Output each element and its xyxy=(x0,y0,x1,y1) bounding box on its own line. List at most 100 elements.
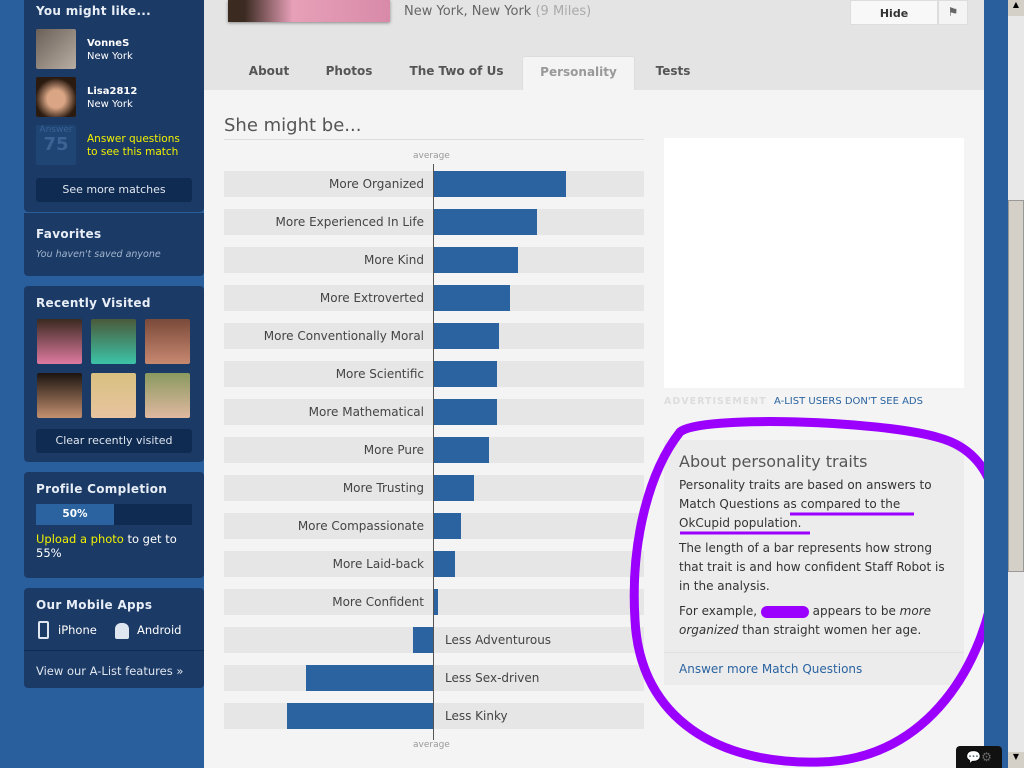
answer-more-questions-link[interactable]: Answer more Match Questions xyxy=(679,662,862,676)
panel-title: Profile Completion xyxy=(36,482,168,496)
android-link[interactable]: Android xyxy=(137,623,181,637)
trait-label: Less Adventurous xyxy=(445,633,552,647)
panel-title: Recently Visited xyxy=(36,296,151,310)
visited-avatar[interactable] xyxy=(37,373,82,418)
android-icon xyxy=(115,623,129,639)
trait-bar xyxy=(413,627,434,653)
tab-tests[interactable]: Tests xyxy=(642,56,704,90)
completion-progress-bar: 50% xyxy=(36,504,192,525)
tab-personality[interactable]: Personality xyxy=(522,56,635,90)
answer-questions-link[interactable]: Answer questions to see this match xyxy=(87,133,180,159)
trait-row: More Laid-back xyxy=(224,551,644,577)
average-label-bottom: average xyxy=(413,740,450,750)
progress-label: 50% xyxy=(62,508,88,520)
trait-label: Less Kinky xyxy=(445,709,508,723)
match-name[interactable]: Lisa2812 xyxy=(87,86,137,97)
match-avatar[interactable] xyxy=(36,77,76,117)
trait-label: More Extroverted xyxy=(319,291,424,305)
alist-no-ads-link[interactable]: A-LIST USERS DON'T SEE ADS xyxy=(774,396,923,407)
match-item[interactable]: Lisa2812 New York xyxy=(87,85,137,111)
see-more-matches-button[interactable]: See more matches xyxy=(36,178,192,202)
visited-avatar[interactable] xyxy=(145,319,190,364)
trait-label: More Organized xyxy=(329,177,424,191)
flag-icon[interactable]: ⚑ xyxy=(938,0,968,25)
match-location: New York xyxy=(87,51,133,62)
panel-title: Our Mobile Apps xyxy=(36,598,153,612)
trait-row: More Kind xyxy=(224,247,644,273)
advertisement[interactable] xyxy=(664,138,964,388)
clear-recently-visited-button[interactable]: Clear recently visited xyxy=(36,429,192,453)
scroll-thumb[interactable] xyxy=(1008,200,1024,572)
trait-bar xyxy=(434,589,439,615)
about-p2: The length of a bar represents how stron… xyxy=(679,541,945,593)
favorites-empty-text: You haven't saved anyone xyxy=(36,249,161,260)
trait-bar xyxy=(434,247,518,273)
trait-bar xyxy=(434,513,462,539)
visited-avatar[interactable] xyxy=(145,373,190,418)
trait-label: More Mathematical xyxy=(308,405,424,419)
trait-bar xyxy=(434,171,567,197)
badge-count: 75 xyxy=(43,134,69,155)
match-item[interactable]: VonneS New York xyxy=(87,37,133,63)
match-avatar[interactable] xyxy=(36,29,76,69)
average-label-top: average xyxy=(413,151,450,161)
profile-photo[interactable] xyxy=(228,0,390,22)
trait-label: More Trusting xyxy=(342,481,424,495)
trait-row: More Conventionally Moral xyxy=(224,323,644,349)
trait-label: More Laid-back xyxy=(332,557,424,571)
trait-row: More Confident xyxy=(224,589,644,615)
tab-photos[interactable]: Photos xyxy=(314,56,384,90)
about-personality-box: About personality traits Personality tra… xyxy=(664,440,964,685)
trait-bar xyxy=(287,703,434,729)
tab-about[interactable]: About xyxy=(234,56,304,90)
trait-row: More Organized xyxy=(224,171,644,197)
scroll-up-button[interactable]: ▲ xyxy=(1008,0,1024,16)
trait-row: More Trusting xyxy=(224,475,644,501)
redacted-name xyxy=(760,605,809,618)
trait-row: More Extroverted xyxy=(224,285,644,311)
favorites-panel: Favorites You haven't saved anyone xyxy=(24,213,204,276)
iphone-link[interactable]: iPhone xyxy=(58,623,97,637)
trait-row: More Pure xyxy=(224,437,644,463)
tab-the-two-of-us[interactable]: The Two of Us xyxy=(399,56,514,90)
panel-title: Favorites xyxy=(36,227,102,241)
trait-row: More Scientific xyxy=(224,361,644,387)
trait-row: Less Kinky xyxy=(224,703,644,729)
hide-button[interactable]: Hide xyxy=(850,0,938,25)
upload-photo-link[interactable]: Upload a photo xyxy=(36,532,124,546)
chat-settings-widget[interactable]: 💬⚙ xyxy=(956,746,1002,768)
trait-bar xyxy=(434,323,500,349)
iphone-icon xyxy=(38,621,49,639)
trait-row: More Experienced In Life xyxy=(224,209,644,235)
trait-bar xyxy=(434,285,510,311)
about-title: About personality traits xyxy=(679,452,868,471)
average-axis-line xyxy=(433,164,434,740)
trait-label: More Scientific xyxy=(335,367,424,381)
visited-avatar[interactable] xyxy=(91,319,136,364)
trait-label: Less Sex-driven xyxy=(445,671,540,685)
scrollbar[interactable]: ▲ ▼ xyxy=(1008,0,1024,768)
about-p1: Personality traits are based on answers … xyxy=(679,478,932,530)
panel-title: You might like... xyxy=(36,4,152,18)
recently-visited-panel: Recently Visited Clear recently visited xyxy=(24,286,204,462)
mobile-apps-panel: Our Mobile Apps iPhone Android View our … xyxy=(24,588,204,688)
trait-row: More Mathematical xyxy=(224,399,644,425)
section-title: She might be... xyxy=(224,115,362,136)
trait-bar xyxy=(434,551,455,577)
profile-location: New York, New York xyxy=(404,4,532,19)
locked-match-badge[interactable]: Answer 75 xyxy=(36,125,76,165)
trait-label: More Confident xyxy=(332,595,424,609)
trait-row: Less Adventurous xyxy=(224,627,644,653)
profile-header: New York, New York (9 Miles) Hide ⚑ Abou… xyxy=(204,0,984,90)
trait-bar xyxy=(434,399,497,425)
scroll-down-button[interactable]: ▼ xyxy=(1008,752,1024,768)
alist-features-link[interactable]: View our A-List features » xyxy=(36,664,183,678)
trait-label: More Experienced In Life xyxy=(275,215,425,229)
trait-bar xyxy=(434,361,497,387)
visited-avatar[interactable] xyxy=(91,373,136,418)
profile-completion-panel: Profile Completion 50% Upload a photo to… xyxy=(24,472,204,578)
trait-row: More Compassionate xyxy=(224,513,644,539)
match-name[interactable]: VonneS xyxy=(87,38,129,49)
trait-label: More Conventionally Moral xyxy=(263,329,424,343)
visited-avatar[interactable] xyxy=(37,319,82,364)
